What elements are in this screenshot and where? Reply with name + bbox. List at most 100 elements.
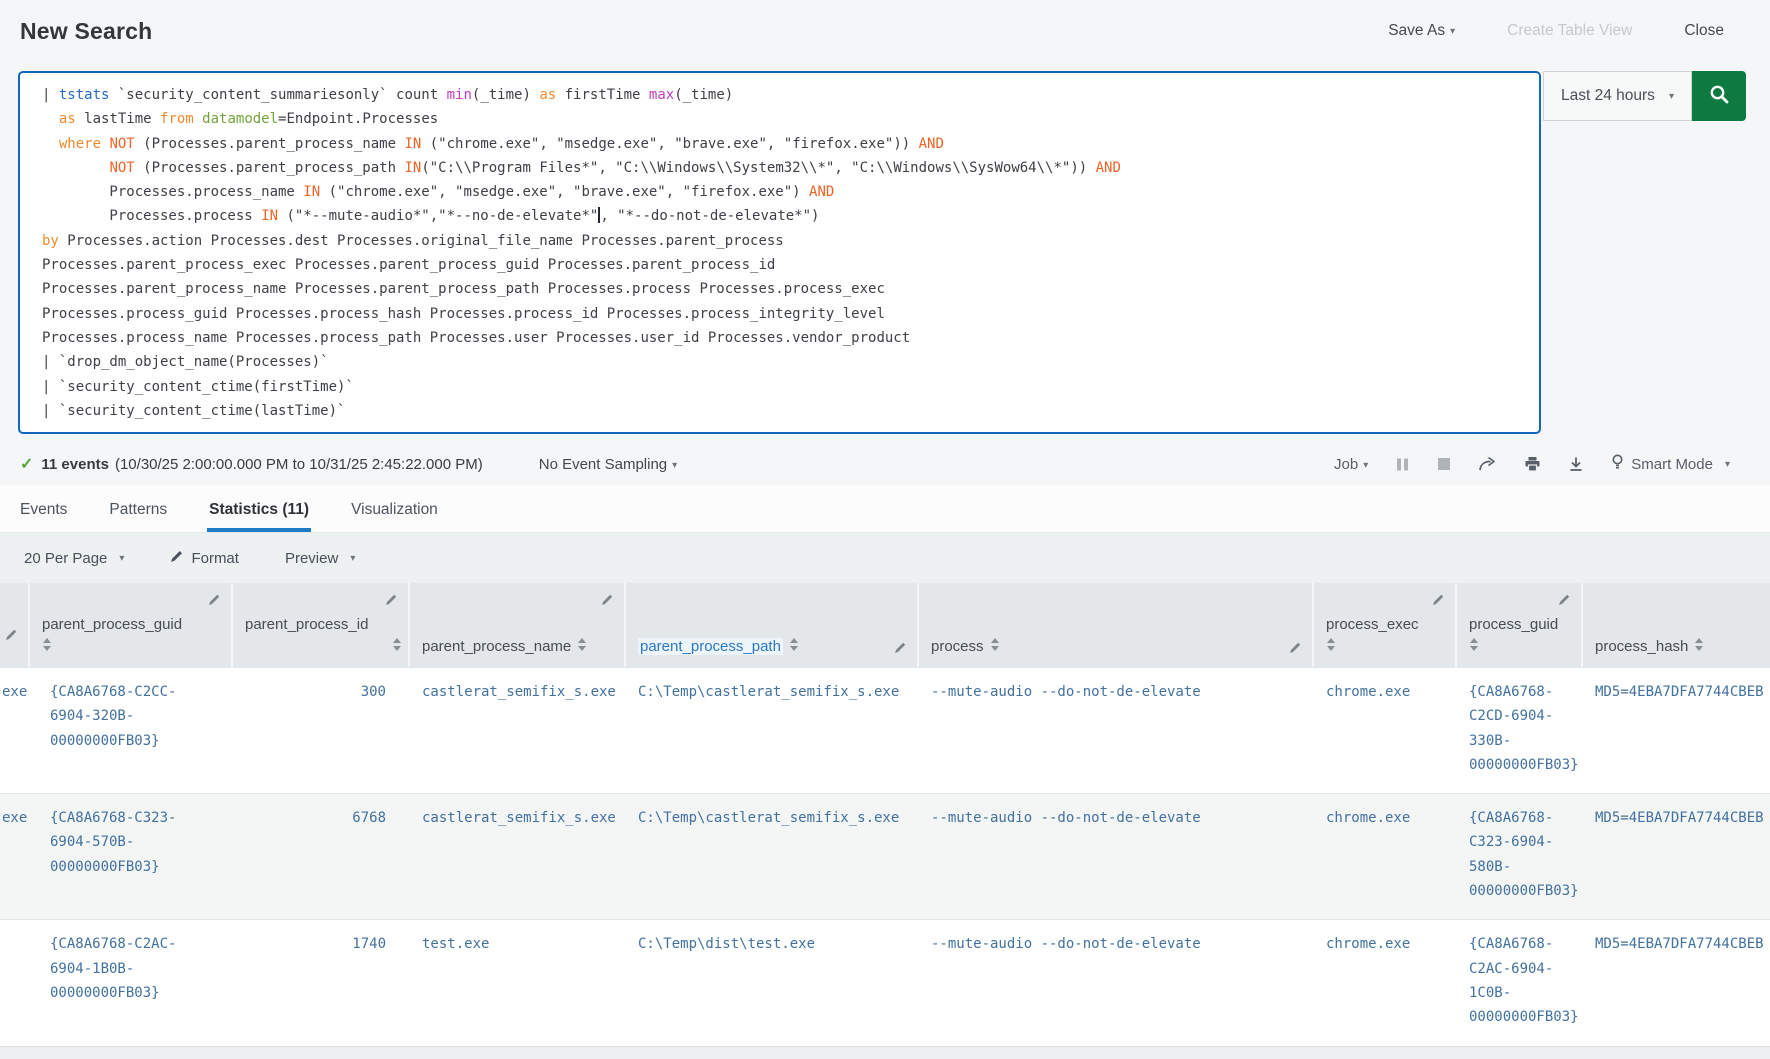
column-header-process_guid[interactable]: process_guid	[1455, 583, 1581, 667]
create-table-view-button[interactable]: Create Table View	[1507, 22, 1632, 40]
search-input[interactable]: | tstats `security_content_summariesonly…	[18, 71, 1541, 434]
query-line: Processes.process IN ("*--mute-audio*","…	[42, 204, 1531, 228]
tab-events[interactable]: Events	[18, 501, 69, 532]
cell-process_exec[interactable]: chrome.exe	[1312, 794, 1455, 919]
edit-column-pencil-icon[interactable]	[1432, 593, 1445, 606]
sort-arrows-icon[interactable]	[1469, 637, 1479, 656]
sort-arrows-icon[interactable]	[789, 637, 799, 656]
column-header-process[interactable]: process	[917, 583, 1312, 667]
cell-process_guid[interactable]: {CA8A6768- C2CD-6904- 330B- 00000000FB03…	[1455, 668, 1581, 793]
column-label: parent_process_name	[422, 638, 571, 655]
smart-mode-dropdown[interactable]: Smart Mode ▾	[1611, 454, 1730, 475]
column-label: process_hash	[1595, 638, 1688, 655]
column-header-parent_process_id[interactable]: parent_process_id	[231, 583, 408, 667]
cell-parent_process_name[interactable]: test.exe	[408, 920, 624, 1045]
cell-parent_process_path[interactable]: C:\Temp\dist\test.exe	[624, 920, 917, 1045]
time-range-label: Last 24 hours	[1561, 87, 1655, 105]
cell-process_hash[interactable]: MD5=4EBA7DFA7744CBEB	[1581, 794, 1770, 919]
save-as-button[interactable]: Save As▾	[1388, 22, 1455, 40]
cell-parent_process_guid[interactable]: {CA8A6768-C2CC- 6904-320B- 00000000FB03}	[28, 668, 231, 793]
sort-arrows-icon[interactable]	[577, 637, 587, 656]
column-header-process_hash[interactable]: process_hash	[1581, 583, 1770, 667]
share-icon[interactable]	[1478, 456, 1497, 472]
cell-parent_process_id[interactable]: 6768	[231, 794, 408, 919]
sort-arrows-icon[interactable]	[42, 637, 52, 656]
cell-clipped[interactable]: exe	[0, 794, 28, 919]
pause-icon[interactable]	[1395, 457, 1410, 472]
event-sampling-dropdown[interactable]: No Event Sampling▾	[539, 456, 677, 473]
column-label: process	[931, 638, 984, 655]
table-row: exe{CA8A6768-C2CC- 6904-320B- 00000000FB…	[0, 667, 1770, 793]
tab-visualization[interactable]: Visualization	[349, 501, 440, 532]
query-line: | `security_content_ctime(lastTime)`	[42, 399, 1531, 423]
column-label: process_guid	[1469, 616, 1558, 633]
column-label: parent_process_id	[245, 616, 368, 633]
close-button[interactable]: Close	[1684, 22, 1724, 40]
smart-mode-label: Smart Mode	[1631, 456, 1713, 473]
sort-arrows-icon[interactable]	[392, 637, 402, 656]
export-icon[interactable]	[1568, 456, 1584, 472]
cell-process_hash[interactable]: MD5=4EBA7DFA7744CBEB	[1581, 668, 1770, 793]
column-header-parent_process_path[interactable]: parent_process_path	[624, 583, 917, 667]
cell-parent_process_guid[interactable]: {CA8A6768-C2AC- 6904-1B0B- 00000000FB03}	[28, 920, 231, 1045]
search-bar: | tstats `security_content_summariesonly…	[0, 71, 1770, 434]
per-page-dropdown[interactable]: 20 Per Page▾	[24, 550, 124, 567]
search-button[interactable]	[1692, 71, 1746, 121]
query-line: by Processes.action Processes.dest Proce…	[42, 229, 1531, 253]
column-header-parent_process_name[interactable]: parent_process_name	[408, 583, 624, 667]
query-line: as lastTime from datamodel=Endpoint.Proc…	[42, 107, 1531, 131]
job-menu-button[interactable]: Job▾	[1334, 456, 1368, 473]
column-label: parent_process_path	[638, 638, 783, 655]
sort-arrows-icon[interactable]	[990, 637, 1000, 656]
table-header-row: parent_process_guid parent_process_idpare…	[0, 583, 1770, 667]
cell-clipped[interactable]: exe	[0, 668, 28, 793]
checkmark-icon: ✓	[20, 454, 33, 474]
stop-icon[interactable]	[1437, 457, 1451, 471]
cell-parent_process_path[interactable]: C:\Temp\castlerat_semifix_s.exe	[624, 668, 917, 793]
cell-parent_process_id[interactable]: 300	[231, 668, 408, 793]
preview-dropdown[interactable]: Preview▾	[285, 550, 355, 567]
cell-parent_process_id[interactable]: 1740	[231, 920, 408, 1045]
column-label: parent_process_guid	[42, 616, 182, 633]
caret-down-icon: ▾	[1669, 91, 1674, 102]
cell-process[interactable]: --mute-audio --do-not-de-elevate	[917, 794, 1312, 919]
tab-statistics[interactable]: Statistics (11)	[207, 501, 311, 532]
edit-column-pencil-icon[interactable]	[601, 593, 614, 606]
query-line: Processes.parent_process_name Processes.…	[42, 277, 1531, 301]
query-line: | `drop_dm_object_name(Processes)`	[42, 350, 1531, 374]
cell-process_exec[interactable]: chrome.exe	[1312, 920, 1455, 1045]
cell-parent_process_name[interactable]: castlerat_semifix_s.exe	[408, 794, 624, 919]
edit-column-pencil-icon[interactable]	[208, 593, 221, 606]
cell-process_hash[interactable]: MD5=4EBA7DFA7744CBEB	[1581, 920, 1770, 1045]
print-icon[interactable]	[1524, 456, 1541, 472]
cell-process_guid[interactable]: {CA8A6768- C2AC-6904- 1C0B- 00000000FB03…	[1455, 920, 1581, 1045]
column-header-process_exec[interactable]: process_exec	[1312, 583, 1455, 667]
column-header-clipped[interactable]	[0, 583, 28, 667]
cell-process_guid[interactable]: {CA8A6768- C323-6904- 580B- 00000000FB03…	[1455, 794, 1581, 919]
cell-process_exec[interactable]: chrome.exe	[1312, 668, 1455, 793]
cell-parent_process_name[interactable]: castlerat_semifix_s.exe	[408, 668, 624, 793]
cell-parent_process_path[interactable]: C:\Temp\castlerat_semifix_s.exe	[624, 794, 917, 919]
format-button[interactable]: Format	[170, 549, 239, 567]
table-row: exe{CA8A6768-C323- 6904-570B- 00000000FB…	[0, 793, 1770, 919]
cell-process[interactable]: --mute-audio --do-not-de-elevate	[917, 920, 1312, 1045]
edit-column-pencil-icon[interactable]	[385, 593, 398, 606]
results-toolbar: 20 Per Page▾ Format Preview▾	[0, 533, 1770, 583]
caret-down-icon: ▾	[1450, 26, 1455, 37]
time-range-picker[interactable]: Last 24 hours ▾	[1543, 71, 1692, 121]
tab-patterns[interactable]: Patterns	[107, 501, 169, 532]
events-count: 11 events	[41, 456, 109, 473]
column-header-parent_process_guid[interactable]: parent_process_guid	[28, 583, 231, 667]
caret-down-icon: ▾	[1363, 460, 1368, 471]
edit-column-pencil-icon[interactable]	[5, 628, 18, 641]
header-actions: Save As▾ Create Table View Close	[1388, 22, 1724, 40]
edit-column-pencil-icon[interactable]	[1558, 593, 1571, 606]
query-line: Processes.process_name IN ("chrome.exe",…	[42, 180, 1531, 204]
caret-down-icon: ▾	[1725, 459, 1730, 470]
sort-arrows-icon[interactable]	[1326, 637, 1336, 656]
query-line: | tstats `security_content_summariesonly…	[42, 83, 1531, 107]
sort-arrows-icon[interactable]	[1694, 637, 1704, 656]
cell-process[interactable]: --mute-audio --do-not-de-elevate	[917, 668, 1312, 793]
results-tabs: Events Patterns Statistics (11) Visualizati…	[0, 485, 1770, 533]
cell-parent_process_guid[interactable]: {CA8A6768-C323- 6904-570B- 00000000FB03}	[28, 794, 231, 919]
